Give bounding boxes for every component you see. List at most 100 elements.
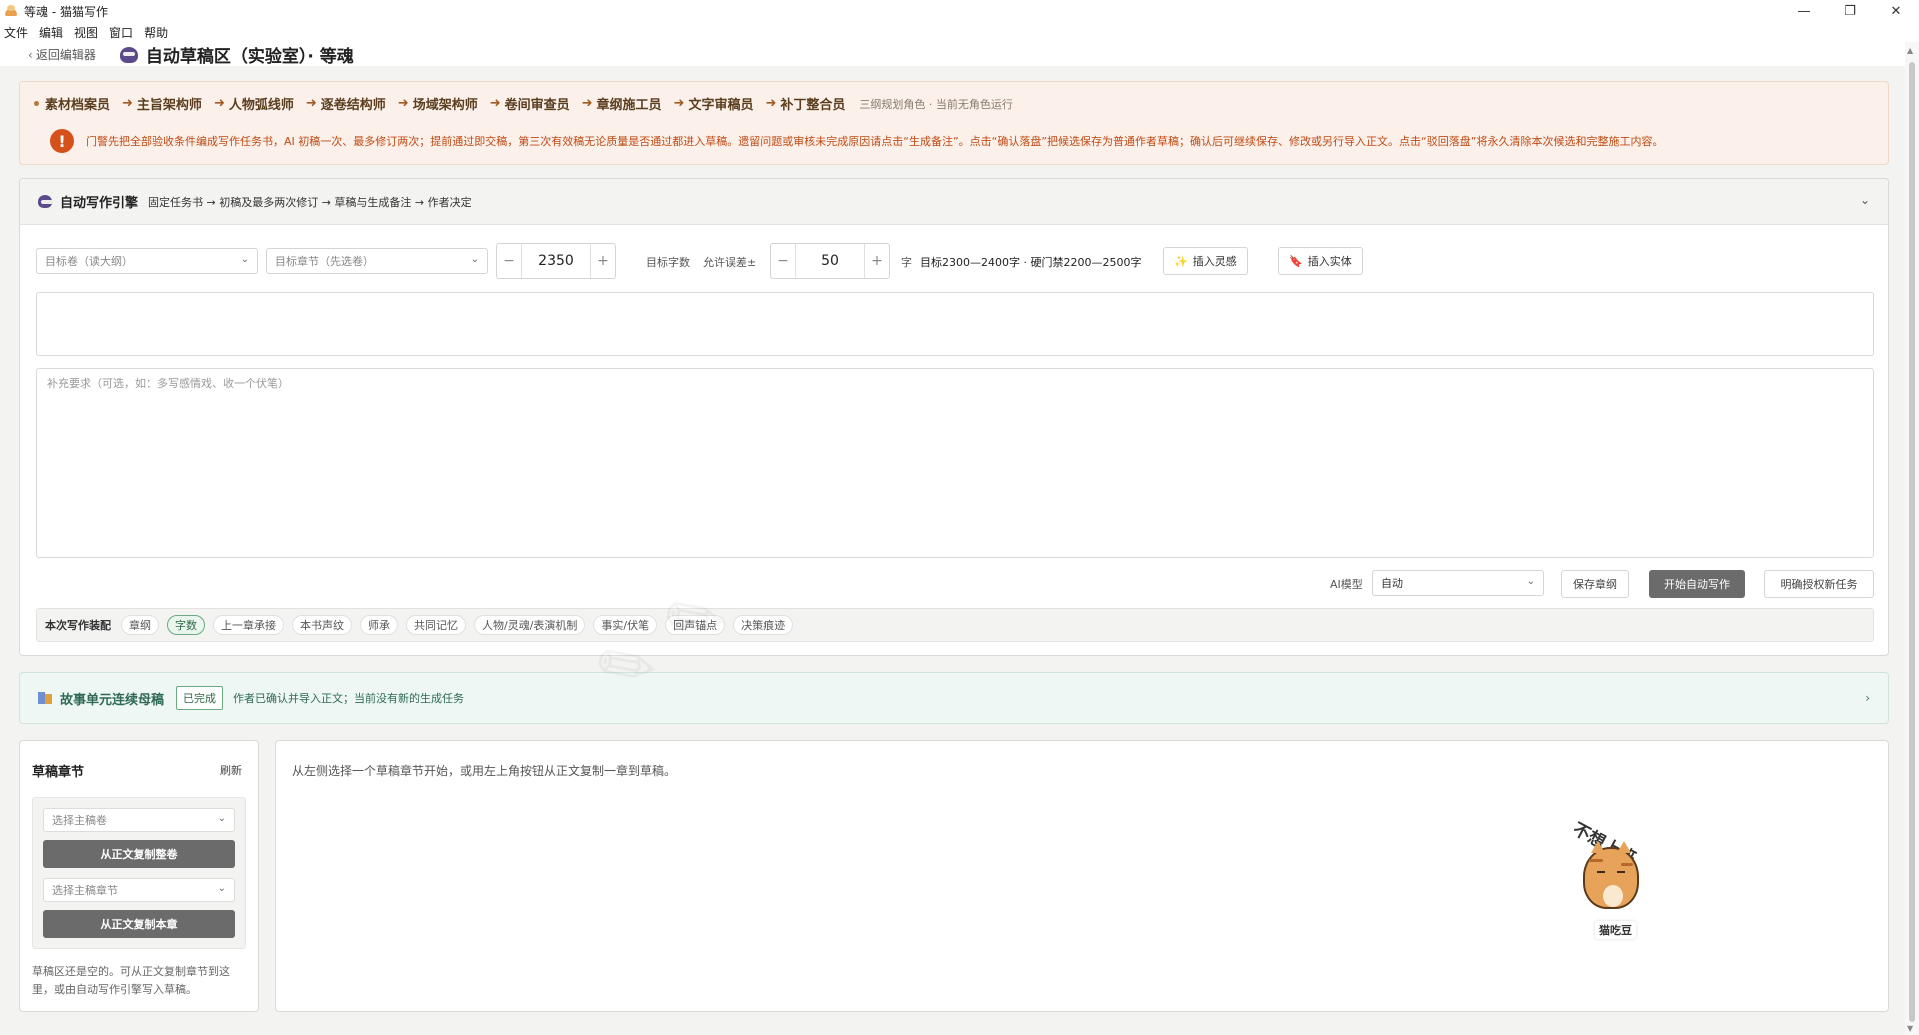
outline-textarea[interactable] [36,292,1874,356]
mascot-cat[interactable]: 不想上班 猫吃豆 [1569,815,1663,940]
editor-hint: 从左侧选择一个草稿章节开始，或用左上角按钮从正文复制一章到草稿。 [292,764,677,778]
assembly-tag[interactable]: 本书声纹 [292,615,352,635]
story-unit-bar[interactable]: 故事单元连续母稿 已完成 作者已确认并导入正文；当前没有新的生成任务 › [19,672,1889,724]
menu-file[interactable]: 文件 [4,24,28,41]
engine-title: 自动写作引擎 [60,196,139,211]
decrement-button[interactable]: − [497,244,521,278]
drafts-empty-text: 草稿区还是空的。可从正文复制章节到这里，或由自动写作引擎写入草稿。 [32,965,230,996]
window-title: 等魂 - 猫猫写作 [24,4,108,19]
target-volume-select[interactable]: 目标卷（读大纲） ⌄ [36,248,258,274]
master-volume-select[interactable]: 选择主稿卷 ⌄ [43,808,235,832]
save-outline-button[interactable]: 保存章纲 [1561,570,1629,598]
cat-eye [1617,871,1625,873]
writing-assembly: 本次写作装配 章纲 字数 上一章承接 本书声纹 师承 共同记忆 人物/灵魂/表演… [36,608,1874,642]
scroll-thumb[interactable] [1909,62,1915,1022]
chevron-down-icon: ⌄ [240,254,249,265]
insert-inspiration-label: 插入灵感 [1192,255,1237,268]
warning-row: ! 门警先把全部验收条件编成写作任务书，AI 初稿一次、最多修订两次；提前通过即… [50,129,1663,153]
page-header: ‹ 返回编辑器 自动草稿区（实验室）· 等魂 [0,42,1905,66]
engine-actions: AI模型 自动 ⌄ 保存章纲 开始自动写作 明确授权新任务 [20,567,1888,599]
pipeline-step: 卷间审查员 [504,98,570,113]
assembly-tag[interactable]: 人物/灵魂/表演机制 [474,615,586,635]
tolerance-stepper[interactable]: − 50 + [770,243,890,279]
target-words-value[interactable]: 2350 [521,244,591,278]
assembly-tag[interactable]: 共同记忆 [406,615,466,635]
window-controls: — ❐ ✕ [1781,0,1919,22]
bookmark-icon: 🔖 [1289,254,1303,268]
chevron-down-icon: ⌄ [217,883,226,894]
cat-mascot-icon [1583,841,1639,909]
pipeline-step: 场域架构师 [412,98,478,113]
master-chapter-select[interactable]: 选择主稿章节 ⌄ [43,878,235,902]
sparkle-icon: ✨ [1174,254,1188,268]
draft-copy-controls: 选择主稿卷 ⌄ 从正文复制整卷 选择主稿章节 ⌄ 从正文复制本章 [32,797,246,949]
menu-window[interactable]: 窗口 [109,24,133,41]
draft-chapters-title: 草稿章节 [32,765,85,780]
ai-model-label: AI模型 [1330,578,1363,591]
assembly-tag[interactable]: 字数 [167,615,205,635]
master-chapter-placeholder: 选择主稿章节 [52,884,118,897]
arrow-right-icon: ➜ [122,96,133,111]
arrow-right-icon: ➜ [305,96,317,111]
assembly-tag[interactable]: 章纲 [121,615,159,635]
story-unit-status: 作者已确认并导入正文；当前没有新的生成任务 [233,692,465,705]
scroll-up-icon[interactable]: ▲ [1907,46,1913,55]
arrow-right-icon: ➜ [397,96,409,111]
chevron-down-icon: ⌄ [470,254,479,265]
app-icon [4,4,18,18]
decrement-button[interactable]: − [771,244,795,278]
increment-button[interactable]: + [591,244,615,278]
menu-help[interactable]: 帮助 [144,24,168,41]
chevron-down-icon[interactable]: ⌄ [1860,193,1870,207]
target-words-label: 目标字数 [646,256,690,269]
pipeline-panel: 素材档案员 ➜ 主旨架构师 ➜ 人物弧线师 ➜ 逐卷结构师 ➜ 场域架构师 ➜ … [19,81,1889,165]
insert-entity-button[interactable]: 🔖 插入实体 [1278,247,1363,275]
scroll-down-icon[interactable]: ▼ [1907,1024,1913,1033]
pipeline-step: 补丁整合员 [780,98,846,113]
increment-button[interactable]: + [865,244,889,278]
cat-stripe [1621,863,1633,866]
start-auto-write-button[interactable]: 开始自动写作 [1649,570,1745,598]
target-words-stepper[interactable]: − 2350 + [496,243,616,279]
assembly-tag[interactable]: 决策痕迹 [733,615,794,635]
back-label: 返回编辑器 [35,48,96,62]
copy-volume-button[interactable]: 从正文复制整卷 [43,840,235,868]
target-range-text: 目标2300—2400字 · 硬门禁2200—2500字 [920,256,1142,269]
menu-view[interactable]: 视图 [74,24,98,41]
auto-writing-engine-panel: 自动写作引擎 固定任务书 → 初稿及最多两次修订 → 草稿与生成备注 → 作者决… [19,178,1889,656]
assembly-tag[interactable]: 上一章承接 [213,615,284,635]
ai-model-select[interactable]: 自动 ⌄ [1372,570,1544,596]
restore-button[interactable]: ❐ [1827,0,1873,22]
close-button[interactable]: ✕ [1873,0,1919,22]
extra-requirements-textarea[interactable]: 补充要求（可选，如：多写感情戏、收一个伏笔） [36,368,1874,558]
pipeline-step: 逐卷结构师 [320,98,386,113]
explicit-new-task-button[interactable]: 明确授权新任务 [1764,570,1874,598]
menu-edit[interactable]: 编辑 [39,24,63,41]
draft-chapters-panel: 草稿章节 刷新 选择主稿卷 ⌄ 从正文复制整卷 选择主稿章节 ⌄ 从正文复制本章… [19,740,259,1012]
page-scrollbar[interactable]: ▲ ▼ [1905,42,1919,1035]
tolerance-value[interactable]: 50 [795,244,865,278]
chevron-right-icon[interactable]: › [1865,691,1870,705]
arrow-right-icon: ➜ [673,96,685,111]
engine-controls: 目标卷（读大纲） ⌄ 目标章节（先选卷） ⌄ − 2350 + 目标字数 允许误… [36,243,1876,279]
arrow-right-icon: ➜ [581,96,593,111]
minimize-button[interactable]: — [1781,0,1827,22]
copy-chapter-button[interactable]: 从正文复制本章 [43,910,235,938]
refresh-button[interactable]: 刷新 [220,762,242,778]
assembly-tag[interactable]: 师承 [360,615,398,635]
insert-inspiration-button[interactable]: ✨ 插入灵感 [1163,247,1248,275]
cat-logo-icon [38,195,53,208]
target-chapter-select[interactable]: 目标章节（先选卷） ⌄ [266,248,488,274]
pipeline-step: 素材档案员 [45,98,111,113]
assembly-label: 本次写作装配 [45,619,111,632]
menu-bar: 文件 编辑 视图 窗口 帮助 [0,22,1919,42]
insert-entity-label: 插入实体 [1307,255,1352,268]
story-unit-title: 故事单元连续母稿 [60,692,165,708]
pipeline-step: 文字审稿员 [688,98,754,113]
cat-logo-icon [119,46,138,63]
pipeline-step: 人物弧线师 [228,98,294,113]
word-unit: 字 [901,256,912,269]
page-title: 自动草稿区（实验室）· 等魂 [119,42,354,66]
engine-header[interactable]: 自动写作引擎 固定任务书 → 初稿及最多两次修订 → 草稿与生成备注 → 作者决… [20,179,1888,225]
back-to-editor-link[interactable]: ‹ 返回编辑器 [28,46,96,63]
